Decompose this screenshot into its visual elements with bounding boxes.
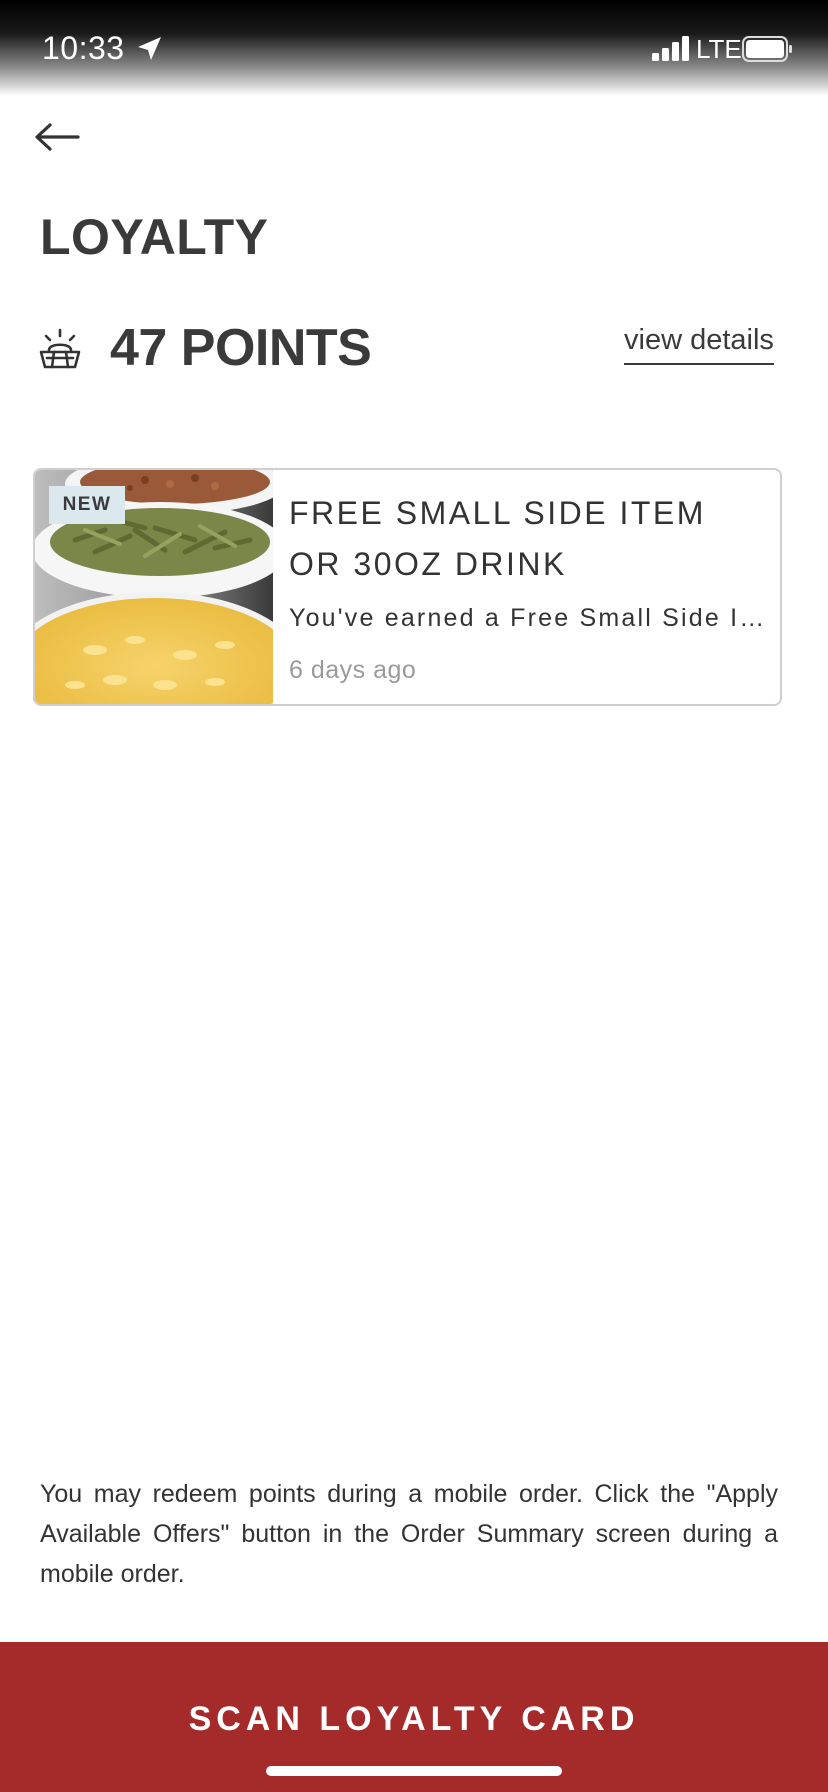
redeem-note: You may redeem points during a mobile or…: [40, 1480, 778, 1588]
offer-title: FREE SMALL SIDE ITEM OR 30OZ DRINK: [289, 495, 706, 582]
network-type: LTE: [696, 34, 742, 64]
battery-icon: [742, 36, 794, 62]
view-details-link[interactable]: view details: [624, 324, 774, 365]
new-badge: NEW: [49, 486, 125, 524]
home-indicator: [266, 1766, 562, 1776]
back-button[interactable]: [34, 120, 84, 158]
scan-loyalty-card-button[interactable]: SCAN LOYALTY CARD: [0, 1642, 828, 1792]
offer-timestamp: 6 days ago: [289, 656, 417, 684]
location-arrow-icon: [134, 34, 164, 64]
signal-icon: [652, 36, 692, 62]
arrow-left-icon: [34, 122, 80, 157]
status-time: 10:33: [42, 30, 125, 66]
status-bar: 10:33 LTE: [0, 0, 828, 96]
side-dishes-photo: NEW: [35, 470, 305, 704]
points-balance: 47 POINTS: [110, 319, 372, 377]
page-title: LOYALTY: [40, 209, 269, 265]
offer-card[interactable]: NEW FREE SMALL SIDE ITEM OR 30OZ DRINK Y…: [33, 468, 782, 706]
offer-description: You've earned a Free Small Side Item: [289, 604, 767, 632]
scan-button-label: SCAN LOYALTY CARD: [188, 1700, 640, 1738]
bread-basket-icon: [38, 328, 82, 370]
